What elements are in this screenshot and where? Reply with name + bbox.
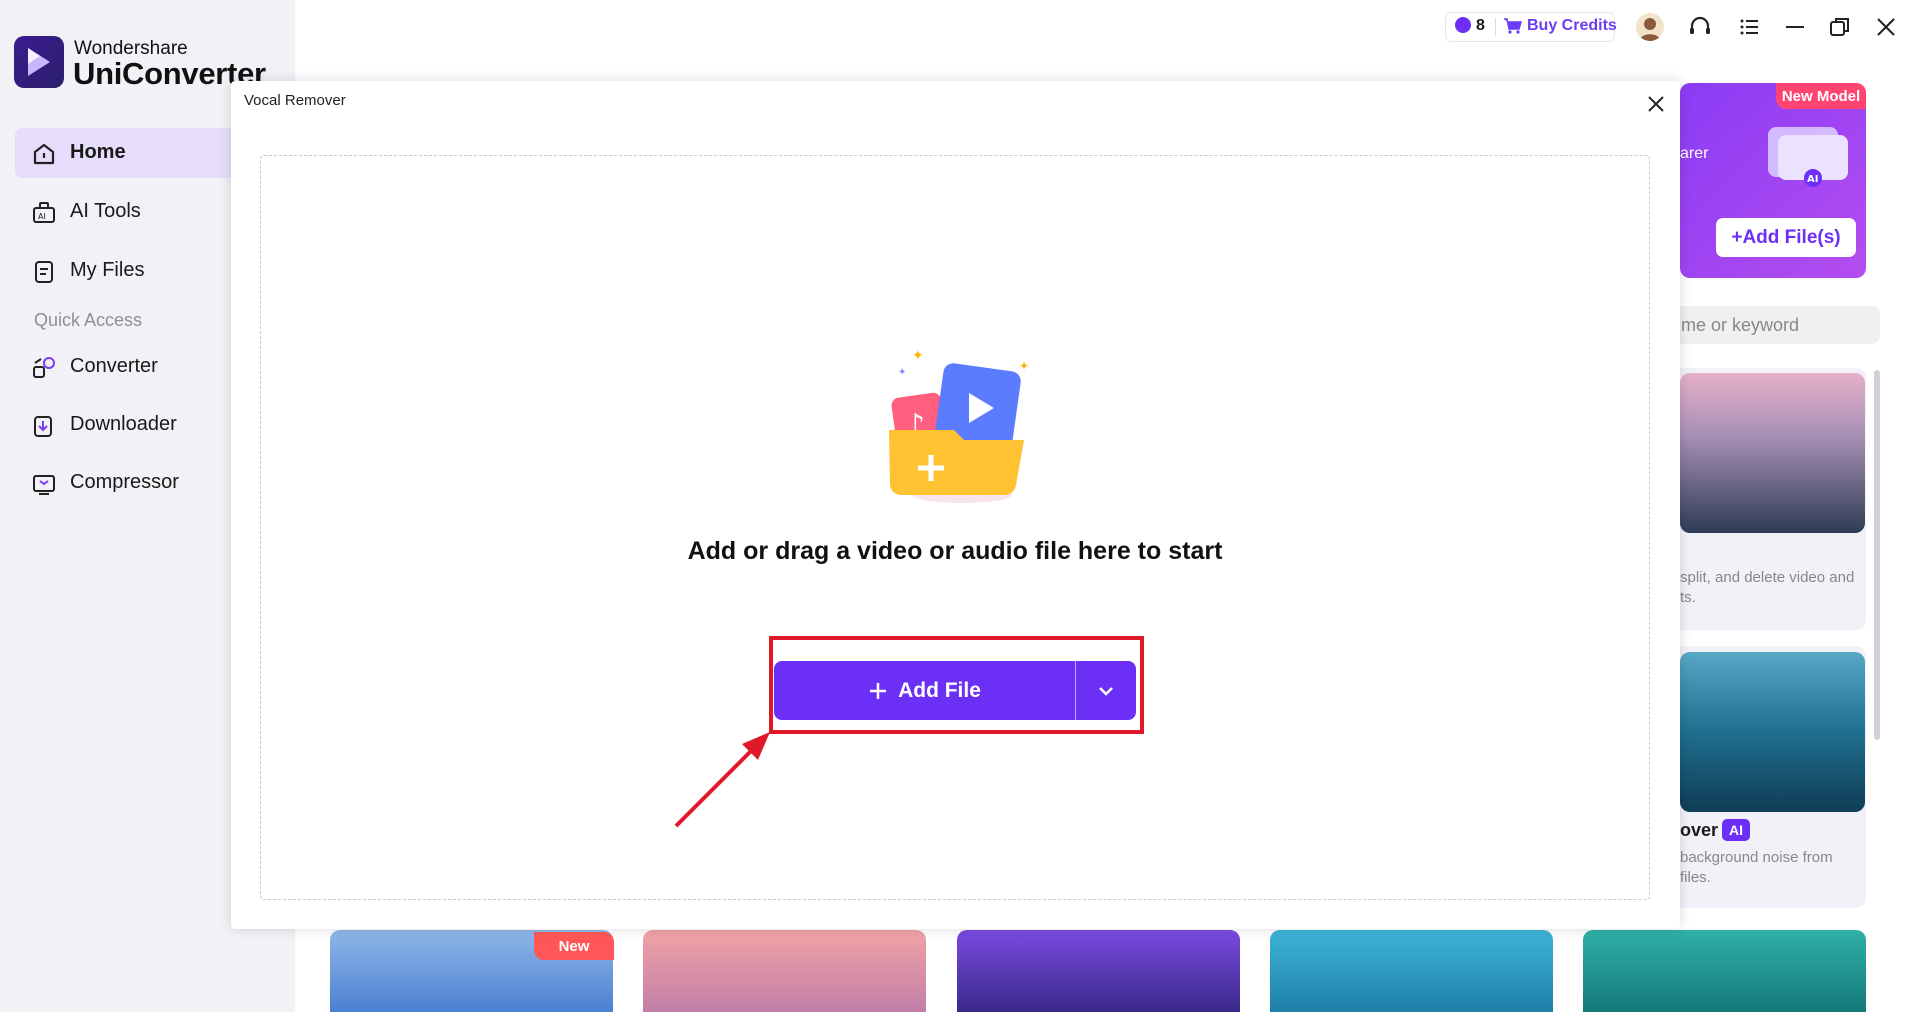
promo-illustration: AI: [1768, 127, 1848, 187]
card-description: background noise from: [1680, 849, 1833, 866]
downloader-icon: [34, 416, 52, 437]
sidebar-item-label: Compressor: [70, 471, 179, 493]
drop-instruction: Add or drag a video or audio file here t…: [687, 537, 1223, 565]
svg-text:✦: ✦: [898, 367, 906, 378]
svg-text:AI: AI: [38, 212, 46, 221]
scrollbar[interactable]: [1874, 370, 1880, 740]
file-drop-zone[interactable]: [260, 155, 1650, 900]
compressor-icon: [33, 475, 55, 495]
restore-icon[interactable]: [1826, 13, 1854, 41]
svg-text:AI: AI: [1807, 174, 1818, 185]
sidebar-item-label: Converter: [70, 355, 158, 377]
avatar[interactable]: [1636, 13, 1664, 41]
add-files-button[interactable]: +Add File(s): [1716, 218, 1856, 257]
highlight-annotation: [769, 636, 1144, 734]
svg-text:✦: ✦: [912, 347, 924, 363]
credit-icon: [1455, 17, 1471, 33]
card-title: over: [1680, 820, 1719, 840]
sidebar-item-label: AI Tools: [70, 200, 141, 222]
files-icon: [35, 261, 53, 283]
headset-icon[interactable]: [1686, 13, 1714, 41]
search-placeholder: me or keyword: [1681, 315, 1800, 335]
tool-thumbnail[interactable]: [957, 930, 1240, 1012]
credits-count: 8: [1476, 17, 1485, 34]
card-description: files.: [1680, 869, 1711, 886]
divider: [1495, 18, 1496, 36]
menu-icon[interactable]: [1736, 13, 1764, 41]
sidebar-item-label: Home: [70, 141, 126, 163]
converter-icon: [33, 357, 55, 378]
sidebar-item-label: Downloader: [70, 413, 177, 435]
card-description: split, and delete video and: [1680, 569, 1855, 586]
cart-icon: [1504, 18, 1522, 34]
svg-text:✦: ✦: [1019, 359, 1029, 373]
dialog-title: Vocal Remover: [244, 92, 346, 109]
tool-thumbnail[interactable]: [1270, 930, 1553, 1012]
tool-thumbnail[interactable]: [1583, 930, 1866, 1012]
new-model-badge: New Model: [1776, 83, 1866, 109]
sidebar-item-label: My Files: [70, 259, 145, 281]
folder-media-icon: ♪ ✦ ✦ ✦: [889, 347, 1029, 503]
close-icon[interactable]: [1872, 13, 1900, 41]
buy-credits-button[interactable]: Buy Credits: [1527, 17, 1617, 35]
quick-access-label: Quick Access: [34, 310, 143, 330]
new-badge: New: [534, 932, 614, 960]
minimize-icon[interactable]: [1781, 13, 1809, 41]
card-description: ts.: [1680, 589, 1696, 606]
tool-thumbnail: [1680, 652, 1865, 812]
arrow-annotation: [674, 732, 770, 828]
ai-badge: AI: [1722, 819, 1750, 841]
ai-tools-icon: AI: [33, 202, 55, 223]
home-icon: [33, 143, 55, 165]
tool-thumbnail[interactable]: [643, 930, 926, 1012]
banner-text: arer: [1680, 145, 1709, 162]
dialog-close-icon[interactable]: [1644, 92, 1668, 116]
app-logo: [14, 36, 64, 88]
tool-thumbnail: [1680, 373, 1865, 533]
